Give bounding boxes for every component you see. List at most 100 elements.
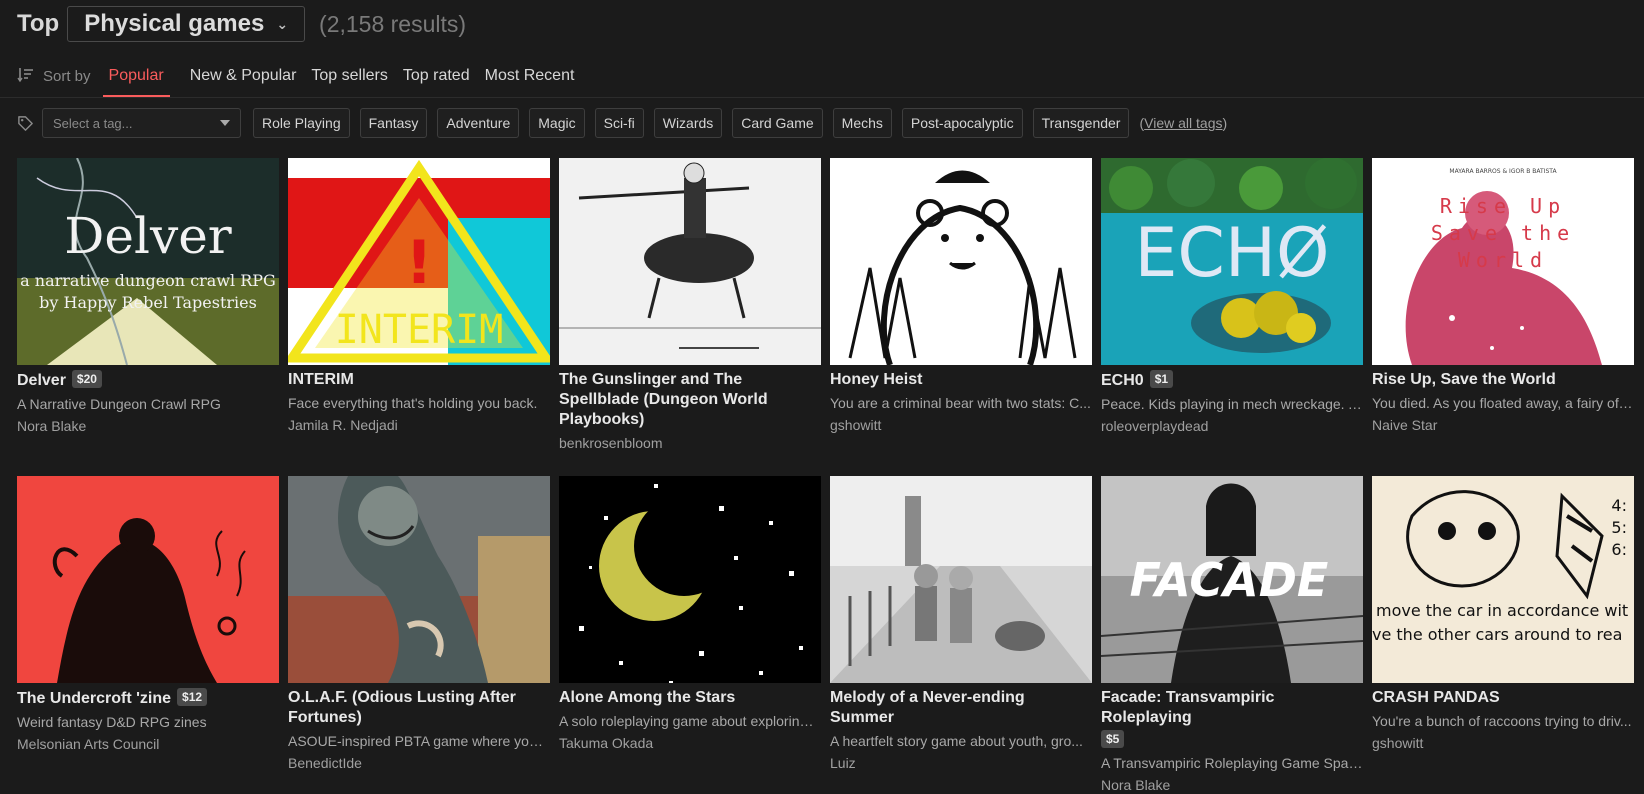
sort-tab-popular[interactable]: Popular (102, 67, 170, 97)
price-badge: $12 (177, 688, 208, 706)
tag-magic[interactable]: Magic (529, 108, 585, 138)
tag-mechs[interactable]: Mechs (832, 108, 892, 138)
game-description: You are a criminal bear with two stats: … (830, 395, 1091, 411)
category-label: Physical games (84, 10, 265, 37)
tag-card-game[interactable]: Card Game (732, 108, 823, 138)
game-description: You're a bunch of raccoons trying to dri… (1372, 713, 1632, 729)
svg-text:a narrative dungeon crawl RPG: a narrative dungeon crawl RPG (20, 271, 276, 290)
tag-adventure[interactable]: Adventure (437, 108, 520, 138)
svg-text:6:: 6: (1611, 540, 1627, 559)
game-author[interactable]: Jamila R. Nedjadi (288, 416, 550, 434)
svg-text:by Happy Rebel Tapestries: by Happy Rebel Tapestries (39, 293, 257, 312)
game-card[interactable]: 4: 5: 6: move the car in accordance wit … (1372, 476, 1634, 752)
sort-tab-most-recent[interactable]: Most Recent (485, 67, 575, 95)
game-title[interactable]: CRASH PANDAS (1372, 689, 1500, 706)
game-description: A solo roleplaying game about exploring … (559, 713, 821, 729)
game-title[interactable]: The Gunslinger and The Spellblade (Dunge… (559, 371, 768, 428)
svg-text:Delver: Delver (64, 207, 232, 265)
game-description: ASOUE-inspired PBTA game where you ... (288, 733, 550, 749)
game-description: A Narrative Dungeon Crawl RPG (17, 396, 221, 412)
game-description: You died. As you floated away, a fairy o… (1372, 395, 1634, 411)
svg-text:Rise Up: Rise Up (1440, 194, 1566, 218)
top-label: Top (17, 10, 60, 37)
game-author[interactable]: Nora Blake (17, 417, 279, 435)
game-author[interactable]: roleoverplaydead (1101, 417, 1363, 435)
view-all-tags: (View all tags) (1139, 115, 1228, 131)
game-description: A heartfelt story game about youth, gro.… (830, 733, 1083, 749)
sort-icon (17, 68, 33, 83)
game-card[interactable]: ! INTERIM INTERIM Face everything that's… (288, 158, 550, 434)
game-title[interactable]: Facade: Transvampiric Roleplaying (1101, 689, 1274, 726)
tag-select-dropdown[interactable]: Select a tag... (42, 108, 241, 138)
price-badge: $5 (1101, 730, 1125, 748)
game-description: Peace. Kids playing in mech wreckage. A … (1101, 396, 1363, 412)
sort-tab-top-rated[interactable]: Top rated (403, 67, 470, 95)
game-author[interactable]: Melsonian Arts Council (17, 735, 279, 753)
svg-text:move the car in accordance wit: move the car in accordance wit (1376, 601, 1628, 620)
game-title[interactable]: INTERIM (288, 371, 354, 388)
game-title[interactable]: The Undercroft 'zine (17, 690, 171, 707)
svg-text:World: World (1458, 248, 1548, 272)
game-title[interactable]: Delver (17, 372, 66, 389)
game-author[interactable]: Naive Star (1372, 416, 1634, 434)
game-card[interactable]: Honey Heist You are a criminal bear with… (830, 158, 1092, 434)
game-cover-delver[interactable]: Delver a narrative dungeon crawl RPG by … (17, 158, 279, 365)
game-author[interactable]: benkrosenbloom (559, 434, 821, 452)
game-card[interactable]: FACADE Facade: Transvampiric Roleplaying… (1101, 476, 1363, 794)
game-description: A Transvampiric Roleplaying Game Spark..… (1101, 755, 1363, 771)
tag-post-apocalyptic[interactable]: Post-apocalyptic (901, 108, 1023, 138)
game-card[interactable]: O.L.A.F. (Odious Lusting After Fortunes)… (288, 476, 550, 772)
game-cover-facade[interactable]: FACADE (1101, 476, 1363, 683)
tag-icon (18, 115, 33, 131)
svg-text:Save the: Save the (1431, 221, 1575, 245)
game-cover-honey-heist[interactable] (830, 158, 1092, 365)
game-cover-undercroft[interactable] (17, 476, 279, 683)
tag-transgender[interactable]: Transgender (1032, 108, 1130, 138)
svg-text:!: ! (405, 228, 432, 298)
game-card[interactable]: ECHØ ECH0 $1 Peace. Kids playing in mech … (1101, 158, 1363, 435)
results-count: (2,158 results) (319, 10, 467, 37)
game-card[interactable]: The Undercroft 'zine $12 Weird fantasy D&… (17, 476, 279, 753)
game-card[interactable]: Alone Among the Stars A solo roleplaying… (559, 476, 821, 752)
game-cover-crash-pandas[interactable]: 4: 5: 6: move the car in accordance wit … (1372, 476, 1634, 683)
game-cover-olaf[interactable] (288, 476, 550, 683)
game-cover-gunslinger[interactable] (559, 158, 821, 365)
game-author[interactable]: Takuma Okada (559, 734, 821, 752)
game-title[interactable]: ECH0 (1101, 372, 1144, 389)
game-card[interactable]: The Gunslinger and The Spellblade (Dunge… (559, 158, 821, 452)
game-title[interactable]: O.L.A.F. (Odious Lusting After Fortunes) (288, 689, 516, 726)
tag-fantasy[interactable]: Fantasy (359, 108, 428, 138)
game-cover-rise-up[interactable]: MAYARA BARROS & IGOR B BATISTA Rise Up S… (1372, 158, 1634, 365)
game-title[interactable]: Honey Heist (830, 371, 922, 388)
tag-select-placeholder: Select a tag... (53, 115, 133, 131)
game-author[interactable]: Nora Blake (1101, 776, 1363, 794)
game-author[interactable]: Luiz (830, 754, 1092, 772)
game-author[interactable]: BenedictIde (288, 754, 550, 772)
game-card[interactable]: MAYARA BARROS & IGOR B BATISTA Rise Up S… (1372, 158, 1634, 434)
tag-sci-fi[interactable]: Sci-fi (594, 108, 644, 138)
sort-tab-top-sellers[interactable]: Top sellers (311, 67, 387, 95)
svg-text:ECHØ: ECHØ (1134, 214, 1329, 293)
category-dropdown[interactable]: Physical games ⌄ (67, 6, 306, 42)
game-card[interactable]: Delver a narrative dungeon crawl RPG by … (17, 158, 279, 435)
tag-bar: Select a tag... Role Playing Fantasy Adv… (17, 108, 1227, 138)
game-description: Face everything that's holding you back. (288, 395, 538, 411)
game-title[interactable]: Melody of a Never-ending Summer (830, 689, 1025, 726)
game-card[interactable]: Melody of a Never-ending Summer A heartf… (830, 476, 1092, 772)
game-author[interactable]: gshowitt (830, 416, 1092, 434)
svg-text:ve the other cars around to re: ve the other cars around to rea (1372, 625, 1622, 644)
game-title[interactable]: Rise Up, Save the World (1372, 371, 1556, 388)
chevron-down-icon: ⌄ (276, 15, 289, 32)
game-cover-echo[interactable]: ECHØ (1101, 158, 1363, 365)
tag-role-playing[interactable]: Role Playing (253, 108, 350, 138)
game-cover-melody[interactable] (830, 476, 1092, 683)
game-title[interactable]: Alone Among the Stars (559, 689, 735, 706)
svg-text:4:: 4: (1611, 496, 1627, 515)
game-cover-interim[interactable]: ! INTERIM (288, 158, 550, 365)
game-description: Weird fantasy D&D RPG zines (17, 714, 207, 730)
game-author[interactable]: gshowitt (1372, 734, 1634, 752)
sort-tab-new-popular[interactable]: New & Popular (190, 67, 297, 95)
game-cover-alone-among-stars[interactable] (559, 476, 821, 683)
tag-wizards[interactable]: Wizards (653, 108, 723, 138)
view-all-tags-link[interactable]: View all tags (1144, 115, 1222, 131)
